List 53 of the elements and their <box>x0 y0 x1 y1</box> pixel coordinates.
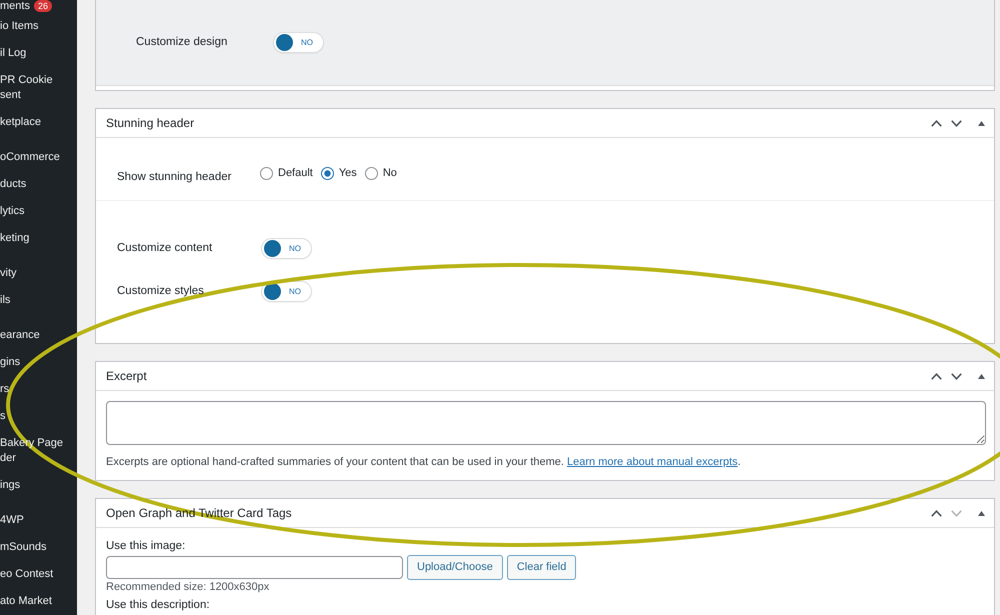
sidebar-menu-item[interactable]: ils <box>0 287 77 314</box>
option-label: Customize styles <box>117 284 204 297</box>
chevron-up-icon <box>930 372 942 380</box>
radio-option[interactable]: Default <box>260 166 313 181</box>
image-url-field[interactable] <box>106 556 403 579</box>
option-label: Customize design <box>136 36 228 48</box>
manual-excerpts-link[interactable]: Learn more about manual excerpts <box>567 456 738 468</box>
sidebar-menu-item[interactable]: earance <box>0 322 77 349</box>
option-label: Show stunning header <box>117 171 232 183</box>
sidebar-menu-item[interactable]: gins <box>0 349 77 376</box>
sidebar-menu-item[interactable]: ducts <box>0 171 77 198</box>
sidebar-menu-item[interactable]: oCommerce <box>0 144 77 171</box>
sidebar-menu-item[interactable]: eo Contest <box>0 561 77 588</box>
triangle-up-icon <box>978 120 984 126</box>
sidebar-menu-item[interactable]: s <box>0 403 77 430</box>
chevron-up-icon <box>930 510 942 516</box>
chevron-down-icon <box>950 510 962 516</box>
panel-title: Excerpt <box>106 368 147 384</box>
chevron-down-icon <box>950 372 962 380</box>
sidebar-menu-item[interactable]: ments 26 <box>0 0 77 13</box>
sidebar-menu-item[interactable]: mSounds <box>0 534 77 561</box>
field-label: Use this description: <box>106 599 210 612</box>
chevron-up-icon <box>930 120 942 126</box>
sidebar-menu-item[interactable]: ings <box>0 472 77 499</box>
toggle-knob-icon <box>276 34 293 51</box>
panel-title: Stunning header <box>106 116 194 130</box>
hint-text: Recommended size: 1200x630px <box>106 580 270 595</box>
sidebar-menu-item[interactable]: keting <box>0 225 77 252</box>
radio-option[interactable]: Yes <box>320 166 357 181</box>
sidebar-menu-item[interactable]: lytics <box>0 198 77 225</box>
sidebar-menu-item[interactable]: PR Cookie sent <box>0 67 77 109</box>
sidebar-menu-item[interactable]: io Items <box>0 13 77 40</box>
field-label: Use this image: <box>106 539 186 554</box>
sidebar-menu-item[interactable]: ketplace <box>0 109 77 136</box>
sidebar-menu-item[interactable]: rs <box>0 376 77 403</box>
toggle-switch[interactable]: NO <box>261 238 312 259</box>
upload-button[interactable]: Upload/Choose <box>407 555 503 580</box>
triangle-up-icon <box>978 374 984 378</box>
toggle-switch[interactable]: NO <box>261 281 312 302</box>
help-text: Excerpts are optional hand-crafted summaries of your content that can be used in your theme. Learn more about manual excerpts. <box>106 455 742 470</box>
toggle-knob-icon <box>264 240 281 257</box>
notification-count: 26 <box>34 0 52 12</box>
triangle-up-icon <box>978 510 984 516</box>
option-label: Customize content <box>117 242 212 254</box>
radio-option[interactable]: No <box>364 166 397 181</box>
clear-field-button[interactable]: Clear field <box>506 555 576 580</box>
sidebar-menu-item[interactable]: 4WP <box>0 507 77 534</box>
sidebar-menu-item[interactable]: vity <box>0 260 77 287</box>
excerpt-field[interactable] <box>106 401 986 445</box>
chevron-down-icon <box>950 120 962 126</box>
sidebar-menu-item[interactable]: il Log <box>0 40 77 67</box>
toggle-switch[interactable]: NO <box>273 32 324 53</box>
sidebar-menu-item[interactable]: ato Market <box>0 588 77 615</box>
